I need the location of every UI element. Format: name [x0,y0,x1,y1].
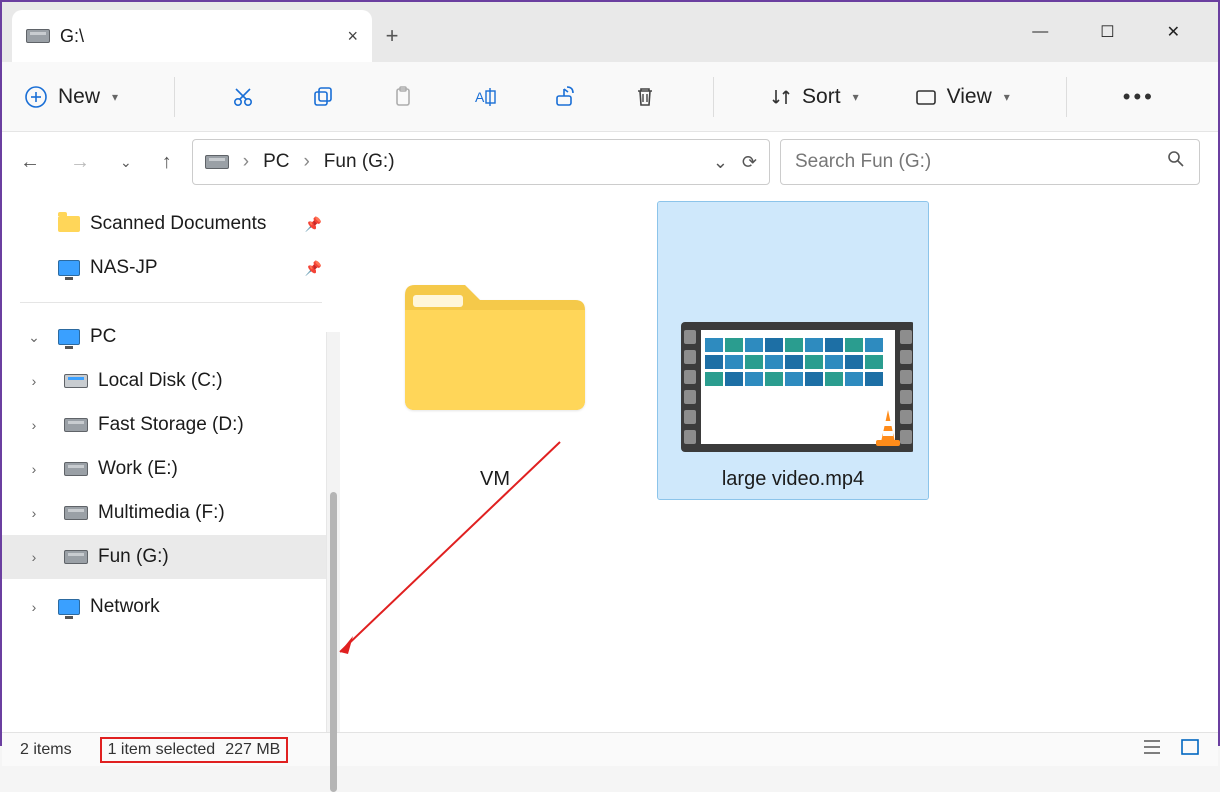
navigation-pane: Scanned Documents 📌 NAS-JP 📌 ⌄ PC › Loca… [2,192,340,732]
plus-circle-icon [24,85,48,109]
sidebar-scrollbar[interactable] [326,332,340,732]
status-size: 227 MB [225,741,280,759]
drive-icon [64,550,88,564]
sort-button[interactable]: Sort ▾ [770,85,859,109]
command-bar: New ▾ A Sort ▾ View ▾ ••• [2,62,1218,132]
file-large-video[interactable]: large video.mp4 [658,202,928,499]
network-icon [58,599,80,615]
file-label: large video.mp4 [722,468,864,491]
minimize-button[interactable]: — [1032,23,1048,41]
rename-button[interactable]: A [471,85,497,109]
sidebar-item-fun-g[interactable]: › Fun (G:) [2,535,340,579]
drive-icon [205,155,229,169]
paste-button[interactable] [391,85,415,109]
drive-icon [64,506,88,520]
copy-button[interactable] [311,85,335,109]
recent-button[interactable]: ⌄ [120,154,132,171]
drive-icon [26,29,50,43]
pc-icon [58,329,80,345]
navigation-bar: ← → ⌄ ↑ › PC › Fun (G:) ⌄ ⟳ Search Fun (… [2,132,1218,192]
annotation-highlight: 1 item selected 227 MB [100,737,289,763]
delete-button[interactable] [633,85,657,109]
status-bar: 2 items 1 item selected 227 MB [2,732,1218,766]
new-tab-button[interactable]: + [372,10,412,62]
sidebar-item-network[interactable]: › Network [2,585,340,629]
view-large-button[interactable] [1180,738,1200,761]
chevron-down-icon[interactable]: ⌄ [26,329,42,346]
up-button[interactable]: ↑ [162,151,172,174]
drive-icon [64,418,88,432]
sidebar-item-fast-d[interactable]: › Fast Storage (D:) [2,403,340,447]
folder-icon [385,245,605,425]
trash-icon [633,85,657,109]
pin-icon: 📌 [305,216,322,233]
search-placeholder: Search Fun (G:) [795,151,931,173]
sidebar-item-scanned[interactable]: Scanned Documents 📌 [2,202,340,246]
scrollbar-thumb[interactable] [330,492,337,792]
status-selected: 1 item selected [108,741,216,759]
rename-icon: A [471,85,497,109]
new-button[interactable]: New ▾ [24,85,118,109]
drive-icon [64,462,88,476]
file-list[interactable]: VM [340,192,1218,732]
search-icon [1167,150,1185,174]
status-item-count: 2 items [20,741,72,759]
monitor-icon [58,260,80,276]
tab-title: G:\ [60,26,84,47]
chevron-right-icon[interactable]: › [26,505,42,521]
pin-icon: 📌 [305,260,322,277]
sidebar-item-local-c[interactable]: › Local Disk (C:) [2,359,340,403]
search-box[interactable]: Search Fun (G:) [780,139,1200,185]
maximize-button[interactable]: ☐ [1100,22,1114,42]
svg-text:A: A [475,89,485,105]
view-button[interactable]: View ▾ [915,85,1010,109]
share-button[interactable] [553,85,577,109]
share-icon [553,85,577,109]
sort-icon [770,86,792,108]
sidebar-item-nas[interactable]: NAS-JP 📌 [2,246,340,290]
chevron-right-icon: › [303,151,309,173]
copy-icon [311,85,335,109]
file-label: VM [480,468,510,491]
chevron-right-icon[interactable]: › [26,461,42,477]
forward-button[interactable]: → [70,151,90,174]
chevron-down-icon: ▾ [853,90,859,104]
crumb-pc[interactable]: PC [263,151,289,173]
dropdown-history-button[interactable]: ⌄ [713,152,728,173]
chevron-down-icon: ▾ [1004,90,1010,104]
chevron-right-icon[interactable]: › [26,549,42,565]
chevron-right-icon[interactable]: › [26,417,42,433]
back-button[interactable]: ← [20,151,40,174]
view-details-button[interactable] [1142,738,1162,761]
clipboard-icon [391,85,415,109]
crumb-fun[interactable]: Fun (G:) [324,151,395,173]
close-window-button[interactable]: ✕ [1167,22,1180,42]
view-icon [915,86,937,108]
folder-icon [58,216,80,232]
address-bar[interactable]: › PC › Fun (G:) ⌄ ⟳ [192,139,770,185]
more-button[interactable]: ••• [1123,84,1155,110]
sidebar-item-pc[interactable]: ⌄ PC [2,315,340,359]
scissors-icon [231,85,255,109]
ellipsis-icon: ••• [1123,84,1155,110]
chevron-right-icon[interactable]: › [26,599,42,615]
chevron-down-icon: ▾ [112,90,118,104]
folder-vm[interactable]: VM [360,202,630,499]
sidebar-item-multi-f[interactable]: › Multimedia (F:) [2,491,340,535]
sidebar-item-work-e[interactable]: › Work (E:) [2,447,340,491]
cut-button[interactable] [231,85,255,109]
refresh-button[interactable]: ⟳ [742,152,757,173]
video-thumbnail-icon [673,210,913,460]
titlebar: G:\ × + — ☐ ✕ [2,2,1218,62]
content-area: Scanned Documents 📌 NAS-JP 📌 ⌄ PC › Loca… [2,192,1218,732]
chevron-right-icon[interactable]: › [26,373,42,389]
tab-close-icon[interactable]: × [347,26,358,47]
tab-current[interactable]: G:\ × [12,10,372,62]
chevron-right-icon: › [243,151,249,173]
drive-icon [64,374,88,388]
